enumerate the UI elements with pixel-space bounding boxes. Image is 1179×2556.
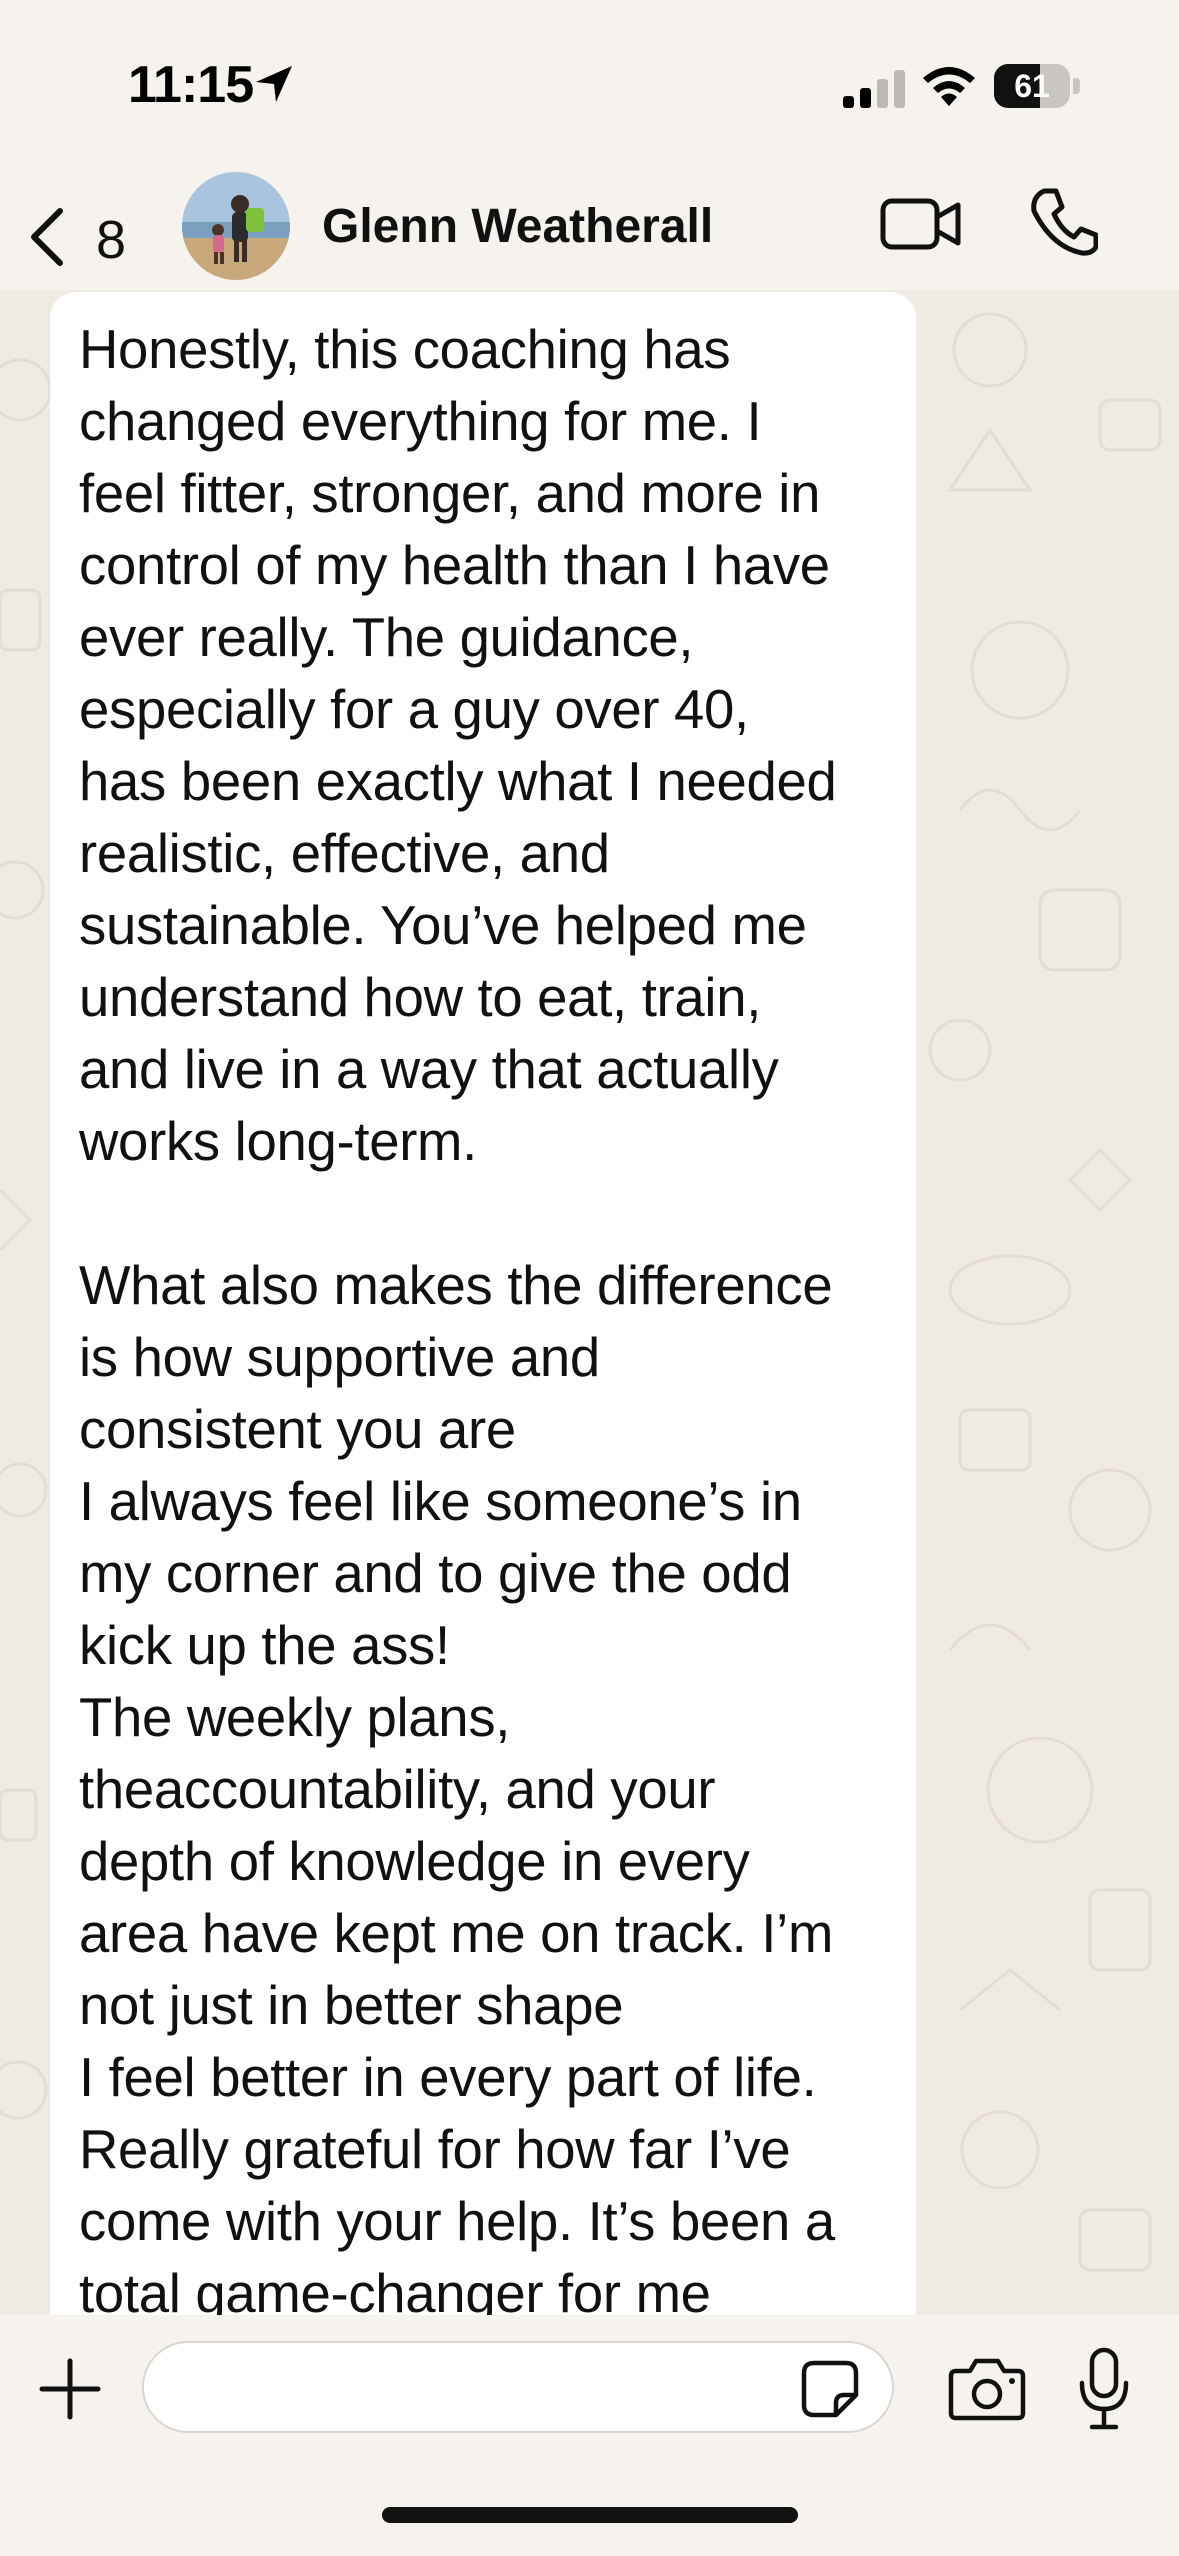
input-bar — [0, 2315, 1179, 2556]
avatar[interactable] — [182, 172, 290, 280]
wifi-icon — [923, 67, 975, 106]
chat-header: 8 Glenn Weatherall — [0, 165, 1179, 290]
sticker-icon[interactable] — [800, 2359, 860, 2419]
microphone-icon[interactable] — [1078, 2347, 1130, 2431]
battery-level: 61 — [1014, 68, 1050, 104]
contact-name[interactable]: Glenn Weatherall — [322, 199, 713, 254]
back-chevron-icon — [31, 208, 63, 266]
battery-icon: 61 — [994, 64, 1080, 108]
message-input[interactable] — [142, 2341, 894, 2433]
home-indicator — [382, 2507, 798, 2523]
battery-cap — [1073, 78, 1080, 94]
location-arrow-icon — [256, 66, 292, 102]
plus-icon[interactable] — [36, 2355, 104, 2423]
message-text: Honestly, this coaching has changed ever… — [79, 319, 837, 2315]
message-bubble[interactable]: Honestly, this coaching has changed ever… — [50, 292, 916, 2315]
status-time: 11:15 — [128, 56, 254, 114]
video-call-icon[interactable] — [880, 193, 962, 255]
avatar-photo — [182, 172, 290, 280]
camera-icon[interactable] — [948, 2357, 1026, 2421]
unread-count: 8 — [96, 210, 127, 270]
battery-body: 61 — [994, 64, 1070, 108]
phone-icon[interactable] — [1030, 187, 1098, 257]
cellular-signal-icon — [843, 70, 905, 108]
status-bar: 11:15 61 — [0, 0, 1179, 165]
back-button[interactable]: 8 — [20, 185, 150, 275]
